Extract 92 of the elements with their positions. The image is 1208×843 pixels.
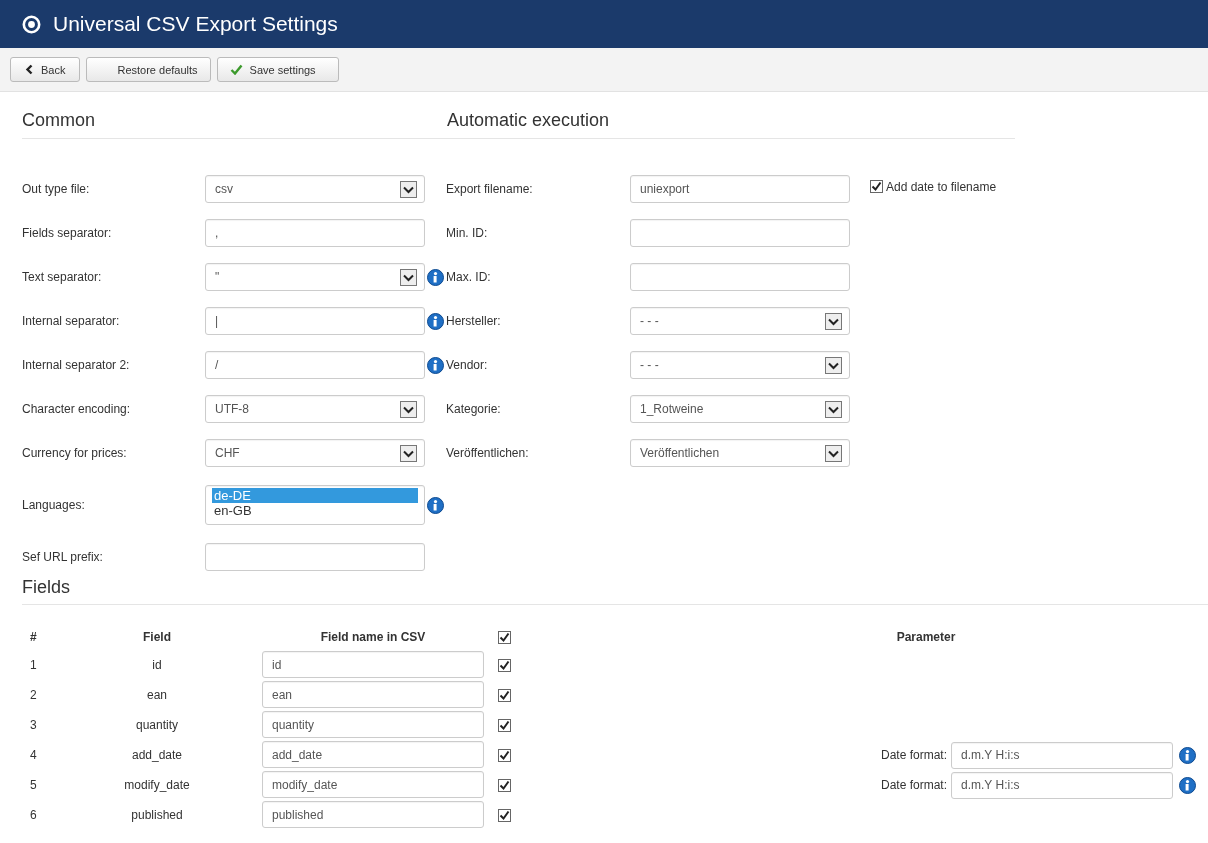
- field-label: Out type file:: [22, 182, 91, 196]
- checkbox[interactable]: [498, 658, 511, 672]
- section-heading: Common: [22, 110, 97, 131]
- field-name: modify_date: [123, 778, 191, 792]
- dropdown-field[interactable]: ": [205, 263, 425, 291]
- select-all-checkbox[interactable]: [498, 630, 511, 644]
- column-header: Field name in CSV: [319, 629, 427, 646]
- text-field[interactable]: d.m.Y H:i:s: [951, 771, 1173, 799]
- field-name: ean: [146, 688, 168, 702]
- text-field[interactable]: [205, 543, 425, 571]
- checkbox[interactable]: [870, 180, 883, 193]
- column-header: Field: [142, 629, 172, 646]
- text-field[interactable]: uniexport: [630, 175, 850, 203]
- chevron-down-icon: [825, 400, 842, 418]
- row-number: 1: [30, 658, 38, 672]
- dropdown-field[interactable]: csv: [205, 175, 425, 203]
- field-label: Languages:: [22, 498, 86, 512]
- checkbox[interactable]: [498, 688, 511, 702]
- info-icon[interactable]: [1179, 776, 1196, 794]
- field-label: Internal separator 2:: [22, 358, 131, 372]
- dropdown-field[interactable]: UTF-8: [205, 395, 425, 423]
- chevron-down-icon: [400, 180, 417, 198]
- text-field[interactable]: /: [205, 351, 425, 379]
- field-label: Text separator:: [22, 270, 103, 284]
- info-icon[interactable]: [427, 312, 444, 330]
- text-field[interactable]: quantity: [262, 711, 484, 738]
- chevron-down-icon: [400, 444, 417, 462]
- chevron-left-icon: [25, 64, 34, 75]
- text-field[interactable]: id: [262, 651, 484, 678]
- parameter-label: Date format:: [880, 778, 947, 792]
- field-label: Vendor:: [446, 358, 489, 372]
- text-field[interactable]: ,: [205, 219, 425, 247]
- info-icon[interactable]: [427, 268, 444, 286]
- field-name: quantity: [135, 718, 179, 732]
- page-title: Universal CSV Export Settings: [53, 12, 338, 36]
- field-label: Character encoding:: [22, 402, 132, 416]
- text-field[interactable]: d.m.Y H:i:s: [951, 741, 1173, 769]
- field-label: Kategorie:: [446, 402, 502, 416]
- chevron-down-icon: [400, 268, 417, 286]
- column-header: #: [30, 629, 38, 646]
- field-label: Max. ID:: [446, 270, 492, 284]
- language-listbox[interactable]: de-DE en-GB: [205, 485, 425, 525]
- text-field[interactable]: |: [205, 307, 425, 335]
- dropdown-field[interactable]: - - -: [630, 351, 850, 379]
- dropdown-field[interactable]: Veröffentlichen: [630, 439, 850, 467]
- save-button[interactable]: Save settings: [216, 57, 339, 82]
- parameter-label: Date format:: [880, 748, 947, 762]
- checkbox[interactable]: [498, 748, 511, 762]
- section-heading: Fields: [22, 577, 1208, 605]
- field-label: Internal separator:: [22, 314, 121, 328]
- list-option[interactable]: en-GB: [212, 503, 418, 518]
- info-icon[interactable]: [427, 356, 444, 374]
- checkmark-icon: [229, 64, 243, 75]
- field-name: id: [151, 658, 163, 672]
- chevron-down-icon: [825, 444, 842, 462]
- radio-target-icon: [22, 14, 41, 34]
- column-header: Parameter: [895, 629, 957, 646]
- checkbox[interactable]: [498, 718, 511, 732]
- back-button[interactable]: Back: [10, 57, 81, 82]
- row-number: 6: [30, 808, 38, 822]
- section-heading: Automatic execution: [447, 110, 610, 131]
- toolbar-button[interactable]: Restore defaults: [86, 57, 211, 82]
- chevron-down-icon: [825, 356, 842, 374]
- field-label: Sef URL prefix:: [22, 550, 104, 564]
- dropdown-field[interactable]: 1_Rotweine: [630, 395, 850, 423]
- row-number: 5: [30, 778, 38, 792]
- row-number: 2: [30, 688, 38, 702]
- field-name: add_date: [130, 748, 184, 762]
- checkbox[interactable]: [498, 808, 511, 822]
- row-number: 4: [30, 748, 38, 762]
- text-field[interactable]: [630, 263, 850, 291]
- checkbox[interactable]: [498, 778, 511, 792]
- text-field[interactable]: published: [262, 801, 484, 828]
- field-label: Export filename:: [446, 182, 534, 196]
- field-label: Currency for prices:: [22, 446, 128, 460]
- checkbox-label: Add date to filename: [886, 179, 997, 194]
- text-field[interactable]: ean: [262, 681, 484, 708]
- field-name: published: [130, 808, 184, 822]
- chevron-down-icon: [825, 312, 842, 330]
- dropdown-field[interactable]: CHF: [205, 439, 425, 467]
- row-number: 3: [30, 718, 38, 732]
- field-label: Veröffentlichen:: [446, 446, 530, 460]
- field-label: Fields separator:: [22, 226, 113, 240]
- text-field[interactable]: [630, 219, 850, 247]
- dropdown-field[interactable]: - - -: [630, 307, 850, 335]
- info-icon[interactable]: [427, 496, 444, 514]
- text-field[interactable]: modify_date: [262, 771, 484, 798]
- info-icon[interactable]: [1179, 746, 1196, 764]
- text-field[interactable]: add_date: [262, 741, 484, 768]
- field-label: Min. ID:: [446, 226, 489, 240]
- chevron-down-icon: [400, 400, 417, 418]
- field-label: Hersteller:: [446, 314, 502, 328]
